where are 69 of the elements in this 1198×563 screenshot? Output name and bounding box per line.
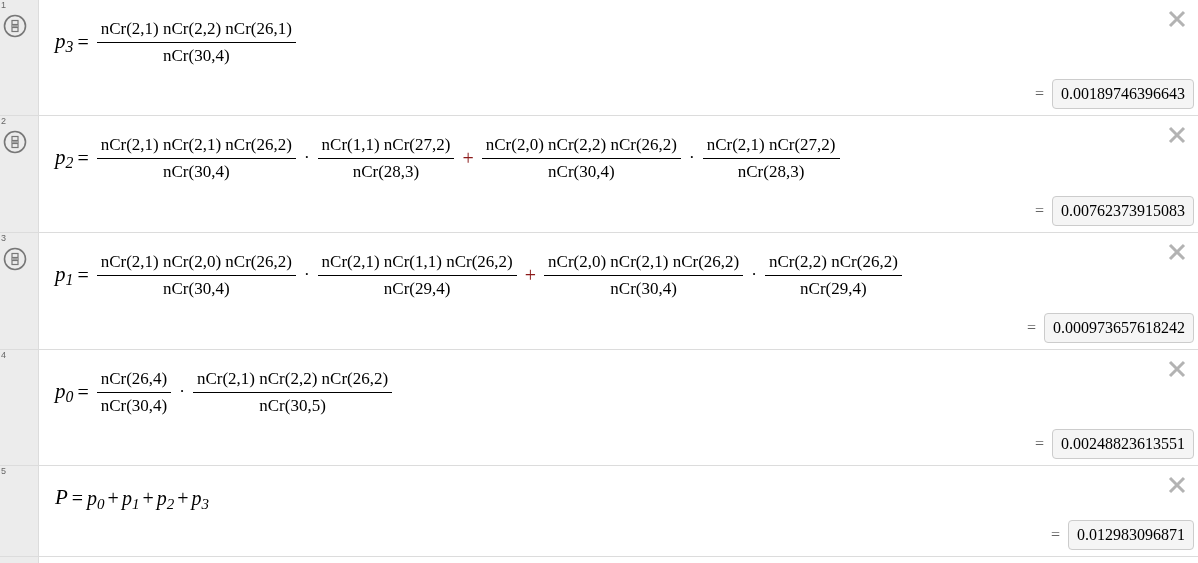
close-icon[interactable] bbox=[1168, 476, 1186, 494]
close-icon[interactable] bbox=[1168, 126, 1186, 144]
line-number: 4 bbox=[1, 350, 6, 360]
denominator: nCr(30,4) bbox=[96, 157, 296, 184]
result-value: 0.012983096871 bbox=[1068, 520, 1194, 550]
denominator: nCr(30,5) bbox=[192, 391, 393, 418]
multiply-operator: · bbox=[303, 147, 310, 170]
multiply-operator: · bbox=[303, 264, 310, 287]
denominator: nCr(30,4) bbox=[96, 274, 296, 301]
variable: p$_{2}$ bbox=[156, 485, 175, 513]
equals-sign: = bbox=[1026, 318, 1036, 338]
numerator: nCr(2,1) nCr(27,2) bbox=[705, 134, 837, 156]
result-value: 0.000973657618242 bbox=[1044, 313, 1194, 343]
result-value: 0.00248823613551 bbox=[1052, 429, 1194, 459]
variable: p$_{0}$ bbox=[87, 485, 105, 513]
variable: p$_{2}$ bbox=[55, 144, 74, 174]
line-number: 1 bbox=[1, 0, 6, 10]
variable: p$_{3}$ bbox=[191, 485, 209, 513]
numerator: nCr(2,0) nCr(2,1) nCr(26,2) bbox=[547, 251, 741, 273]
numerator: nCr(2,1) nCr(1,1) nCr(26,2) bbox=[320, 251, 514, 273]
close-icon[interactable] bbox=[1168, 360, 1186, 378]
close-icon[interactable] bbox=[1168, 243, 1186, 261]
equals-sign: = bbox=[1034, 84, 1044, 104]
plus-operator: + bbox=[177, 485, 189, 511]
equals-sign: = bbox=[77, 263, 89, 288]
multiply-operator: · bbox=[751, 264, 757, 287]
fraction-toggle-icon[interactable] bbox=[3, 247, 27, 271]
numerator: nCr(2,2) nCr(26,2) bbox=[767, 251, 899, 273]
denominator: nCr(28,3) bbox=[317, 157, 455, 184]
multiply-operator: · bbox=[688, 147, 695, 170]
result-value: 0.00189746396643 bbox=[1052, 79, 1194, 109]
equals-sign: = bbox=[77, 380, 89, 405]
variable: p$_{1}$ bbox=[121, 485, 140, 513]
denominator: nCr(30,4) bbox=[481, 157, 681, 184]
equals-sign: = bbox=[1034, 201, 1044, 221]
numerator: nCr(2,0) nCr(2,2) nCr(26,2) bbox=[484, 134, 678, 156]
equals-sign: = bbox=[1034, 434, 1044, 454]
variable: p$_{1}$ bbox=[55, 261, 74, 291]
equals-sign: = bbox=[71, 485, 84, 511]
variable: p$_{3}$ bbox=[55, 28, 74, 58]
multiply-operator: · bbox=[179, 381, 185, 404]
variable: p$_{0}$ bbox=[55, 378, 74, 408]
denominator: nCr(28,3) bbox=[702, 157, 840, 184]
result-value: 0.00762373915083 bbox=[1052, 196, 1194, 226]
numerator: nCr(26,4) bbox=[99, 368, 169, 390]
fraction-toggle-icon[interactable] bbox=[3, 14, 27, 38]
equals-sign: = bbox=[1050, 525, 1060, 545]
plus-operator: + bbox=[142, 485, 154, 511]
numerator: nCr(2,1) nCr(2,0) nCr(26,2) bbox=[99, 251, 293, 273]
line-number: 2 bbox=[1, 116, 6, 126]
denominator: nCr(30,4) bbox=[96, 391, 172, 418]
equals-sign: = bbox=[77, 146, 89, 171]
denominator: nCr(30,4) bbox=[96, 41, 296, 68]
numerator: nCr(2,1) nCr(2,2) nCr(26,1) bbox=[99, 18, 293, 40]
denominator: nCr(30,4) bbox=[544, 274, 744, 301]
variable: P bbox=[55, 484, 68, 511]
denominator: nCr(29,4) bbox=[317, 274, 517, 301]
numerator: nCr(2,1) nCr(2,2) nCr(26,2) bbox=[195, 368, 390, 390]
line-number: 5 bbox=[1, 466, 6, 476]
plus-operator: + bbox=[462, 146, 474, 171]
fraction-toggle-icon[interactable] bbox=[3, 130, 27, 154]
close-icon[interactable] bbox=[1168, 10, 1186, 28]
equals-sign: = bbox=[77, 30, 89, 55]
numerator: nCr(2,1) nCr(2,1) nCr(26,2) bbox=[99, 134, 293, 156]
line-number: 3 bbox=[1, 233, 6, 243]
plus-operator: + bbox=[524, 263, 537, 288]
numerator: nCr(1,1) nCr(27,2) bbox=[320, 134, 452, 156]
denominator: nCr(29,4) bbox=[764, 274, 902, 301]
plus-operator: + bbox=[107, 485, 119, 511]
